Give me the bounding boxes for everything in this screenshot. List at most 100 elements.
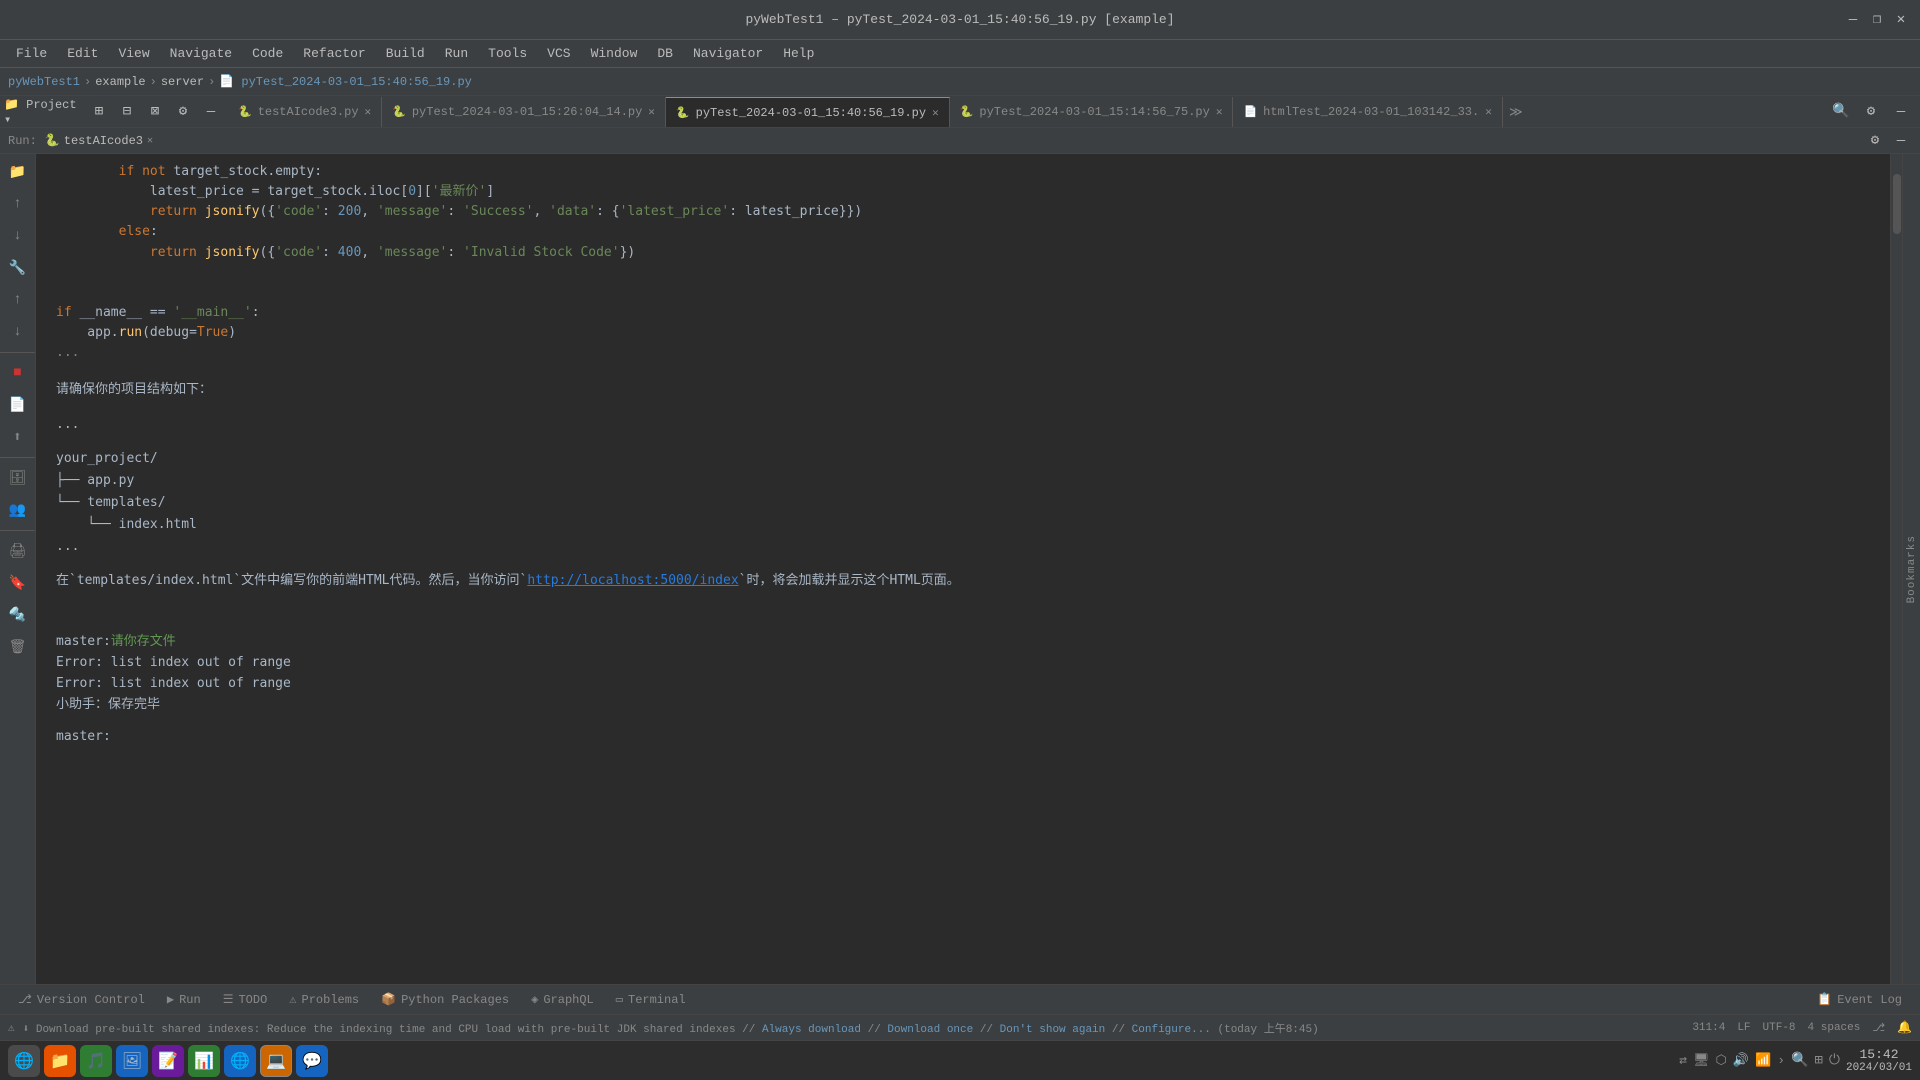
sidebar-docs-icon[interactable]: 📄 [4,391,32,419]
tab-1-close[interactable]: ✕ [648,105,655,119]
ai-link[interactable]: http://localhost:5000/index [527,573,738,588]
tab-4[interactable]: 📄 htmlTest_2024-03-01_103142_33. ✕ [1233,97,1502,127]
sidebar-wrench2-icon[interactable]: 🔩 [4,601,32,629]
tab-3-close[interactable]: ✕ [1216,105,1223,119]
menu-navigator[interactable]: Navigator [685,43,771,64]
taskbar-spreadsheet-icon[interactable]: 📊 [188,1045,220,1077]
toolbar-close[interactable]: — [198,99,224,125]
breadcrumb-folder[interactable]: example [95,75,145,89]
toolbar-gear[interactable]: ⚙ [1858,99,1884,125]
taskbar-ide-icon[interactable]: 💻 [260,1045,292,1077]
breadcrumb-server[interactable]: server [161,75,204,89]
tab-graphql[interactable]: ◈ GraphQL [521,986,604,1014]
menu-view[interactable]: View [110,43,157,64]
terminal-green1: 请你存文件 [111,634,176,649]
menu-window[interactable]: Window [583,43,646,64]
toolbar-layout2[interactable]: ⊟ [114,99,140,125]
project-dropdown[interactable]: 📁 Project ▾ [4,99,84,125]
tab-3[interactable]: 🐍 pyTest_2024-03-01_15:14:56_75.py ✕ [950,97,1234,127]
taskbar-browser-icon[interactable]: 🌐 [224,1045,256,1077]
sidebar-trash-icon[interactable]: 🗑 [4,633,32,661]
taskbar-audio-icon: 🔊 [1733,1053,1749,1068]
sidebar-people-icon[interactable]: 👥 [4,496,32,524]
menu-code[interactable]: Code [244,43,291,64]
taskbar-files-icon[interactable]: 📁 [44,1045,76,1077]
terminal-output: master:请你存文件 Error: list index out of ra… [56,632,1890,748]
toolbar-layout1[interactable]: ⊞ [86,99,112,125]
ai-ellipsis1: ... [56,414,1890,436]
code-editor[interactable]: if not target_stock.empty: latest_price … [36,154,1890,984]
sidebar-down-icon[interactable]: ↓ [4,222,32,250]
menu-build[interactable]: Build [378,43,433,64]
menu-refactor[interactable]: Refactor [295,43,373,64]
tab-overflow[interactable]: ≫ [1503,97,1529,127]
tab-4-close[interactable]: ✕ [1485,105,1492,119]
tab-2[interactable]: 🐍 pyTest_2024-03-01_15:40:56_19.py ✕ [666,97,950,127]
status-notification-icon[interactable]: 🔔 [1897,1020,1912,1035]
tab-run[interactable]: ▶ Run [157,986,211,1014]
sidebar-stop-icon[interactable]: ■ [4,359,32,387]
sidebar-bookmark-icon[interactable]: 🔖 [4,569,32,597]
toolbar-settings[interactable]: ⚙ [170,99,196,125]
sidebar-db-icon[interactable]: 🗄 [4,464,32,492]
taskbar-photos-icon[interactable]: 🖼 [116,1045,148,1077]
run-minimize-icon[interactable]: — [1890,130,1912,152]
tab-todo[interactable]: ☰ TODO [213,986,278,1014]
tab-1[interactable]: 🐍 pyTest_2024-03-01_15:26:04_14.py ✕ [382,97,666,127]
taskbar-power-icon[interactable]: ⏻ [1829,1053,1840,1069]
taskbar-chat-icon[interactable]: 💬 [296,1045,328,1077]
sidebar-project-icon[interactable]: 📁 [4,158,32,186]
menu-db[interactable]: DB [649,43,681,64]
menu-tools[interactable]: Tools [480,43,535,64]
sidebar-up-icon[interactable]: ↑ [4,190,32,218]
sidebar-arrow-down2-icon[interactable]: ↓ [4,318,32,346]
tab-version-control[interactable]: ⎇ Version Control [8,986,155,1014]
minimize-button[interactable]: — [1846,13,1860,27]
menu-file[interactable]: File [8,43,55,64]
run-tab-close[interactable]: ✕ [147,135,153,147]
tab-0-close[interactable]: ✕ [365,105,372,119]
tab-4-icon: 📄 [1243,105,1257,119]
menu-run[interactable]: Run [437,43,476,64]
sidebar-print-icon[interactable]: 🖨 [4,537,32,565]
restore-button[interactable]: ❐ [1870,13,1884,27]
toolbar-search[interactable]: 🔍 [1828,99,1854,125]
run-settings-icon[interactable]: ⚙ [1864,130,1886,152]
ai-structure: your_project/ [56,448,1890,470]
tab-2-close[interactable]: ✕ [932,106,939,120]
breadcrumb-file[interactable]: 📄 pyTest_2024-03-01_15:40:56_19.py [219,74,472,89]
code-line: else: [56,222,1890,242]
scrollbar[interactable] [1890,154,1902,984]
taskbar-search-icon2[interactable]: 🔍 [1791,1052,1808,1069]
taskbar-start-icon[interactable]: 🌐 [8,1045,40,1077]
breadcrumb-project[interactable]: pyWebTest1 [8,75,80,89]
tabs-bar: 🐍 testAIcode3.py ✕ 🐍 pyTest_2024-03-01_1… [228,96,1822,128]
tab-python-packages[interactable]: 📦 Python Packages [371,986,519,1014]
close-button[interactable]: ✕ [1894,13,1908,27]
taskbar-apps-icon[interactable]: ⊞ [1814,1052,1822,1069]
menu-vcs[interactable]: VCS [539,43,578,64]
status-vcs-icon: ⎇ [1872,1021,1885,1035]
taskbar-display-icon: 🖥 [1693,1053,1710,1068]
tab-event-log[interactable]: 📋 Event Log [1807,986,1912,1014]
tab-0[interactable]: 🐍 testAIcode3.py ✕ [228,97,382,127]
taskbar-wifi-icon: 📶 [1755,1053,1771,1068]
menu-navigate[interactable]: Navigate [162,43,240,64]
tab-problems[interactable]: ⚠ Problems [279,986,369,1014]
run-tab[interactable]: 🐍 testAIcode3 ✕ [45,133,153,148]
sidebar-arrow-up2-icon[interactable]: ↑ [4,286,32,314]
taskbar-music-icon[interactable]: 🎵 [80,1045,112,1077]
bookmarks-label: Bookmarks [1906,535,1918,603]
sidebar-wrench-icon[interactable]: 🔧 [4,254,32,282]
toolbar-layout3[interactable]: ⊠ [142,99,168,125]
status-info-text[interactable]: ⬇ Download pre-built shared indexes: Red… [23,1020,1319,1036]
menu-help[interactable]: Help [775,43,822,64]
toolbar-minus[interactable]: — [1888,99,1914,125]
sidebar-upload-icon[interactable]: ⬆ [4,423,32,451]
taskbar-notes-icon[interactable]: 📝 [152,1045,184,1077]
taskbar-arrow-icon[interactable]: › [1777,1053,1785,1068]
terminal-assistant: 小助手：保存完毕 [56,695,1890,716]
tab-terminal[interactable]: ▭ Terminal [606,986,696,1014]
menu-edit[interactable]: Edit [59,43,106,64]
taskbar: 🌐 📁 🎵 🖼 📝 📊 🌐 💻 💬 ⇄ 🖥 ⬡ 🔊 📶 › 🔍 ⊞ ⏻ 15:4… [0,1040,1920,1080]
